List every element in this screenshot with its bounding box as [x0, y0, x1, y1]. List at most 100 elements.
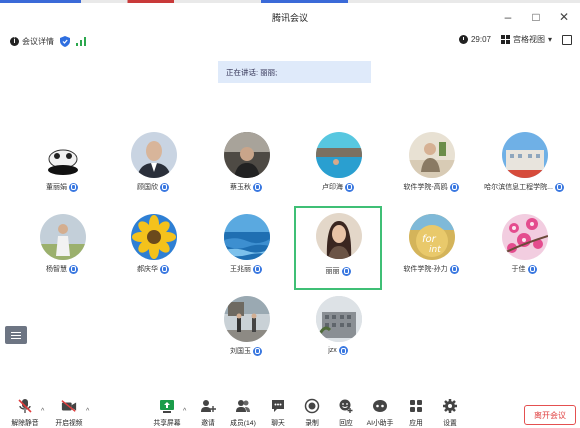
signal-icon[interactable]	[76, 36, 86, 46]
reaction-button[interactable]: 回应	[329, 396, 363, 428]
fullscreen-icon[interactable]	[562, 34, 572, 45]
bottom-toolbar: 解除静音 ^ 开启视频 ^ 共享屏幕 ^ 邀请 成员(14) 聊天 录制 回应 …	[0, 396, 580, 428]
apps-button[interactable]: 应用	[399, 396, 433, 428]
members-button[interactable]: 成员(14)	[226, 396, 260, 428]
gear-icon	[442, 398, 458, 414]
avatar	[316, 296, 362, 342]
participant-tile[interactable]: 于佳	[484, 210, 564, 286]
mic-icon	[341, 266, 351, 276]
close-button[interactable]: ✕	[556, 9, 572, 25]
record-label: 录制	[305, 420, 319, 427]
invite-label: 邀请	[201, 420, 215, 427]
speaking-text: 正在讲话: 丽丽;	[226, 67, 278, 77]
avatar: for int	[409, 214, 455, 260]
participant-tile[interactable]: 卢印海	[298, 128, 378, 204]
chat-label: 聊天	[271, 420, 285, 427]
meeting-details-button[interactable]: i 会议详情	[10, 36, 54, 47]
invite-icon	[200, 398, 216, 414]
chevron-up-icon[interactable]: ^	[41, 408, 44, 415]
share-screen-button[interactable]: 共享屏幕	[150, 396, 184, 428]
avatar	[224, 296, 270, 342]
mic-icon	[160, 264, 169, 274]
share-screen-icon	[159, 398, 175, 414]
participant-tile[interactable]: 顾国欣	[113, 128, 193, 204]
ai-assistant-icon	[372, 398, 388, 414]
record-icon	[304, 398, 320, 414]
participant-name: 软件学院-高鸥	[403, 184, 448, 191]
mic-icon	[527, 264, 537, 274]
avatar	[40, 214, 86, 260]
unmute-button[interactable]: 解除静音	[8, 396, 42, 428]
participant-tile[interactable]: 哈尔滨信息工程学院...	[484, 128, 564, 204]
avatar	[502, 132, 548, 178]
chevron-down-icon: ▾	[547, 35, 552, 44]
participant-tile[interactable]: 杨智慧	[22, 210, 102, 286]
mic-icon	[69, 264, 78, 274]
avatar	[131, 132, 177, 178]
camera-off-icon	[61, 398, 77, 414]
participant-tile[interactable]: 董丽娟	[22, 128, 102, 204]
chat-icon	[270, 398, 286, 414]
speaking-indicator: 正在讲话: 丽丽;	[218, 61, 371, 83]
timer-value: 29:07	[470, 35, 491, 44]
leave-meeting-button[interactable]: 离开会议	[524, 405, 576, 425]
svg-text:int: int	[429, 245, 441, 255]
participant-name: 郝庆华	[137, 266, 158, 273]
ai-assistant-button[interactable]: AI小助手	[363, 396, 397, 428]
mic-icon	[253, 182, 262, 192]
members-icon	[235, 398, 251, 414]
participant-tile[interactable]: 郝庆华	[113, 210, 193, 286]
title-bar: 腾讯会议 – □ ✕	[0, 3, 580, 31]
settings-label: 设置	[443, 420, 457, 427]
window-title: 腾讯会议	[271, 12, 308, 23]
window-controls: – □ ✕	[500, 9, 572, 25]
mic-icon	[253, 264, 262, 274]
participant-tile-speaking[interactable]: 丽丽	[294, 206, 382, 290]
participant-name: 于佳	[511, 266, 526, 273]
info-icon: i	[10, 36, 19, 46]
participant-tile[interactable]: 王兆丽	[206, 210, 286, 286]
mic-icon	[338, 346, 348, 355]
clock-icon	[458, 35, 468, 44]
start-video-button[interactable]: 开启视频	[52, 396, 86, 428]
settings-button[interactable]: 设置	[433, 396, 467, 428]
participant-tile[interactable]: 蔡玉秋	[206, 128, 286, 204]
reaction-icon	[338, 398, 354, 414]
participant-tile[interactable]: for int 软件学院-孙力	[391, 210, 471, 286]
participant-name: 王兆丽	[230, 266, 251, 273]
participant-name: 顾国欣	[137, 184, 158, 191]
ai-assistant-label: AI小助手	[366, 420, 394, 427]
apps-label: 应用	[409, 420, 423, 427]
minimize-button[interactable]: –	[500, 9, 516, 25]
chevron-up-icon[interactable]: ^	[86, 408, 89, 415]
mic-icon	[554, 182, 564, 192]
reaction-label: 回应	[339, 420, 353, 427]
apps-icon	[408, 398, 424, 414]
meeting-details-label: 会议详情	[22, 36, 54, 46]
avatar	[131, 214, 177, 260]
meeting-info-bar: i 会议详情 29:07 宫格视图 ▾	[0, 31, 580, 51]
member-list-toggle[interactable]	[5, 326, 27, 344]
participant-tile[interactable]: jzx	[298, 292, 378, 368]
view-mode-label: 宫格视图	[512, 35, 545, 44]
avatar	[224, 132, 270, 178]
participant-name: jzx	[328, 347, 337, 354]
maximize-button[interactable]: □	[528, 9, 544, 25]
chat-button[interactable]: 聊天	[261, 396, 295, 428]
mic-icon	[160, 182, 169, 192]
start-video-label: 开启视频	[55, 420, 83, 427]
view-mode-button[interactable]: 宫格视图 ▾	[500, 34, 552, 45]
participant-name: 丽丽	[325, 268, 340, 275]
grid-icon	[500, 35, 510, 44]
meeting-timer: 29:07	[458, 35, 491, 44]
share-screen-label: 共享屏幕	[153, 420, 181, 427]
participant-name: 刘国玉	[230, 348, 251, 355]
invite-button[interactable]: 邀请	[191, 396, 225, 428]
participant-tile[interactable]: 软件学院-高鸥	[391, 128, 471, 204]
participant-tile[interactable]: 刘国玉	[206, 292, 286, 368]
participant-name: 卢印海	[322, 184, 343, 191]
shield-icon[interactable]	[60, 35, 70, 47]
record-button[interactable]: 录制	[295, 396, 329, 428]
chevron-up-icon[interactable]: ^	[183, 408, 186, 415]
mic-icon	[253, 346, 262, 356]
